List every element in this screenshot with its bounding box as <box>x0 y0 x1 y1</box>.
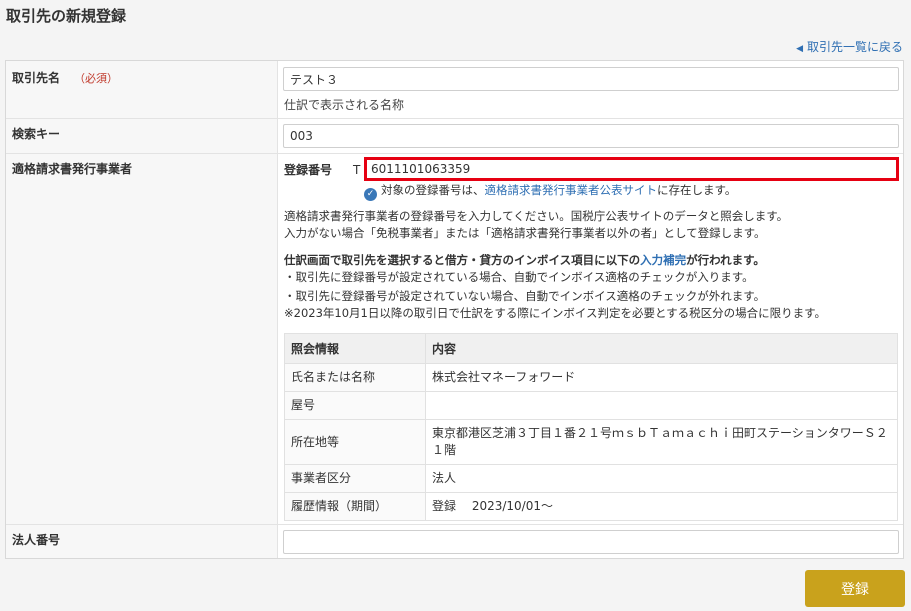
row-value: 東京都港区芝浦３丁目１番２１号ｍｓｂＴａｍａｃｈｉ田町ステーションタワーＳ２１階 <box>425 419 898 465</box>
table-row: 事業者区分 法人 <box>284 464 898 493</box>
row-key: 事業者区分 <box>284 464 426 493</box>
input-complete-link[interactable]: 入力補完 <box>640 253 686 267</box>
row-divider <box>6 524 903 525</box>
auto-complete-note: 仕訳画面で取引先を選択すると借方・貸方のインボイス項目に以下の入力補完が行われま… <box>284 252 765 268</box>
back-link-label: 取引先一覧に戻る <box>806 40 903 54</box>
footnote: ※2023年10月1日以降の取引日で仕訳をする際にインボイス判定を必要とする税区… <box>284 306 827 320</box>
t-prefix: T <box>353 163 361 177</box>
row-value <box>425 391 898 420</box>
row-key: 所在地等 <box>284 419 426 465</box>
page-title: 取引先の新規登録 <box>6 7 127 25</box>
table-header: 内容 <box>425 333 898 364</box>
description-line-1: 適格請求書発行事業者の登録番号を入力してください。国税庁公表サイトのデータと照会… <box>284 209 789 223</box>
status-pre: 対象の登録番号は、 <box>381 183 485 197</box>
table-row: 屋号 <box>284 391 898 420</box>
note-pre: 仕訳画面で取引先を選択すると借方・貸方のインボイス項目に以下の <box>284 253 641 267</box>
corporate-number-label: 法人番号 <box>12 533 61 547</box>
row-value: 株式会社マネーフォワード <box>425 363 898 392</box>
row-key: 氏名または名称 <box>284 363 426 392</box>
table-row: 氏名または名称 株式会社マネーフォワード <box>284 363 898 392</box>
note-post: が行われます。 <box>686 253 765 267</box>
name-label-text: 取引先名 <box>12 71 61 85</box>
row-divider <box>6 153 903 154</box>
search-key-input[interactable] <box>283 124 899 148</box>
name-hint: 仕訳で表示される名称 <box>284 98 405 112</box>
name-label: 取引先名 （必須） <box>12 69 118 86</box>
table-row: 履歴情報（期間） 登録 2023/10/01～ <box>284 492 898 521</box>
publication-site-link[interactable]: 適格請求書発行事業者公表サイト <box>485 183 658 197</box>
partner-form: 取引先名 （必須） 仕訳で表示される名称 検索キー 適格請求書発行事業者 登録番号… <box>5 60 904 559</box>
back-to-list-link[interactable]: ◀ 取引先一覧に戻る <box>796 38 903 55</box>
table-row: 所在地等 東京都港区芝浦３丁目１番２１号ｍｓｂＴａｍａｃｈｉ田町ステーションタワ… <box>284 419 898 465</box>
corporate-number-input[interactable] <box>283 530 899 554</box>
registration-number-input[interactable] <box>364 157 899 181</box>
row-divider <box>6 118 903 119</box>
row-key: 屋号 <box>284 391 426 420</box>
check-circle-icon: ✓ <box>364 188 377 201</box>
description-line-2: 入力がない場合「免税事業者」または「適格請求書発行事業者以外の者」として登録しま… <box>284 226 766 240</box>
status-post: に存在します。 <box>657 183 737 197</box>
table-header-row: 照会情報 内容 <box>284 333 898 364</box>
bullet-2: ・取引先に登録番号が設定されていない場合、自動でインボイス適格のチェックが外れま… <box>284 289 766 303</box>
registration-status: ✓ 対象の登録番号は、適格請求書発行事業者公表サイトに存在します。 <box>364 182 736 201</box>
partner-name-input[interactable] <box>283 67 899 91</box>
row-value: 法人 <box>425 464 898 493</box>
row-value: 登録 2023/10/01～ <box>425 492 898 521</box>
bullet-1: ・取引先に登録番号が設定されている場合、自動でインボイス適格のチェックが入ります… <box>284 270 754 284</box>
register-button[interactable]: 登録 <box>805 570 905 607</box>
registration-number-label: 登録番号 <box>284 163 333 177</box>
chevron-left-icon: ◀ <box>796 44 803 54</box>
table-header: 照会情報 <box>284 333 426 364</box>
required-badge: （必須） <box>74 72 119 85</box>
invoice-issuer-label: 適格請求書発行事業者 <box>12 162 133 176</box>
lookup-info-table: 照会情報 内容 氏名または名称 株式会社マネーフォワード 屋号 所在地等 東京都… <box>284 333 898 521</box>
search-key-label: 検索キー <box>12 127 61 141</box>
row-key: 履歴情報（期間） <box>284 492 426 521</box>
